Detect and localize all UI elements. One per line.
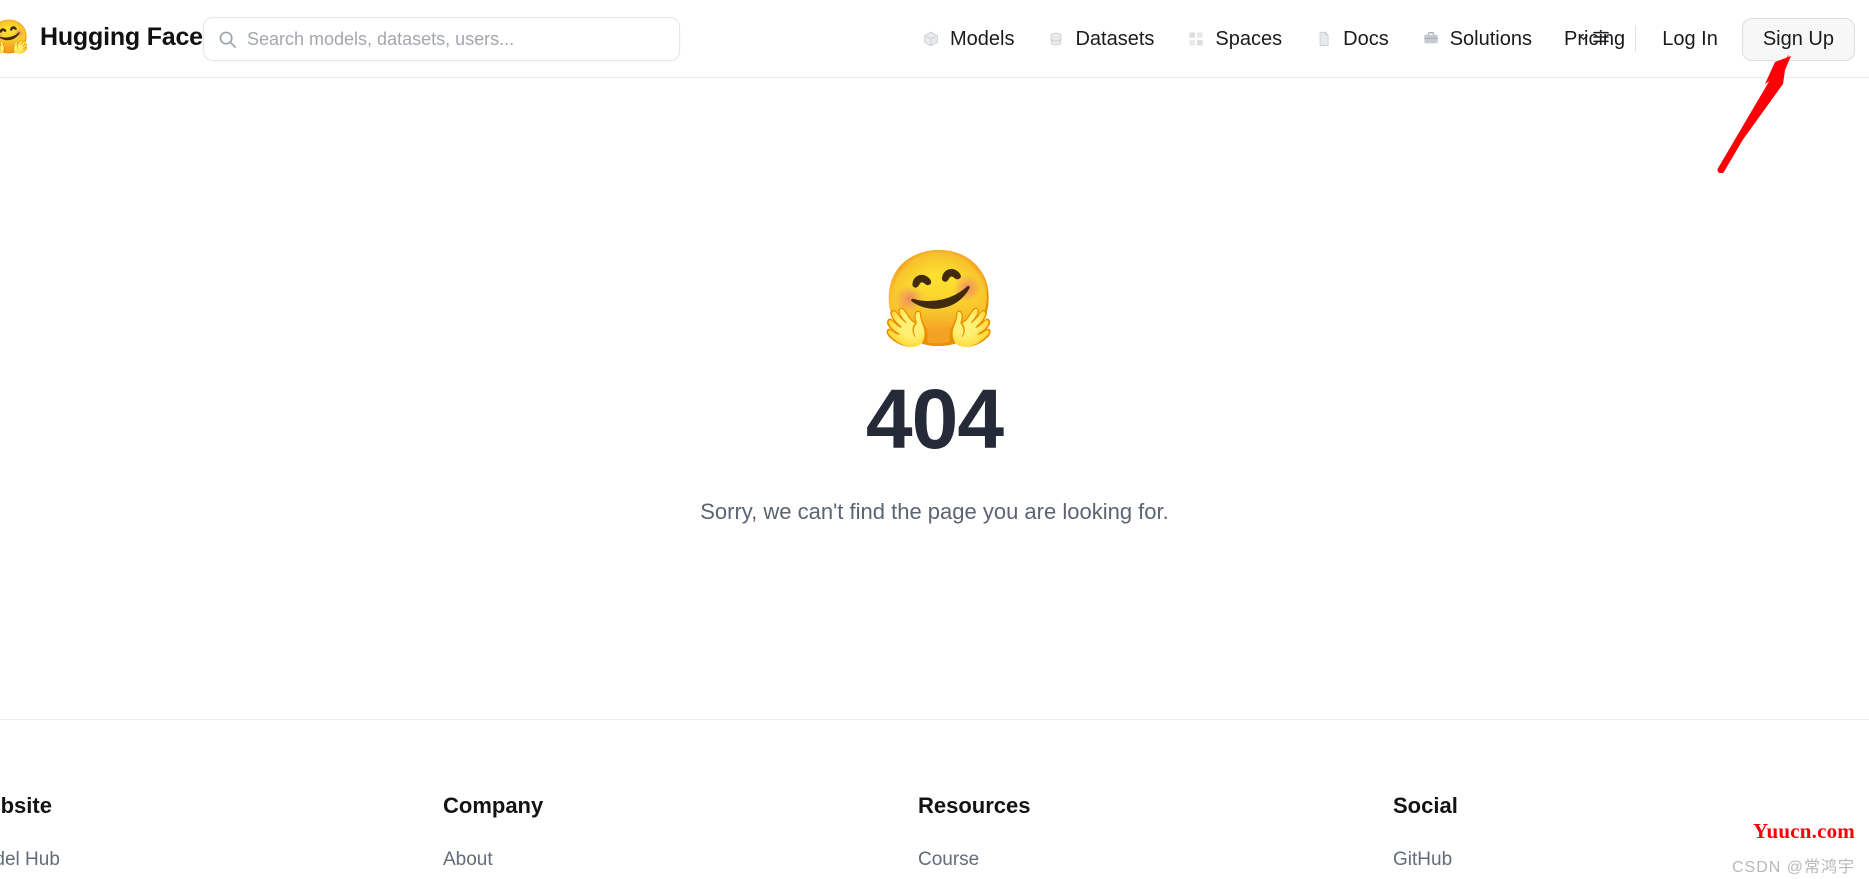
cube-icon [921, 29, 941, 49]
hugging-face-emoji-icon: 🤗 [880, 246, 998, 351]
database-icon [1046, 29, 1066, 49]
header-divider [1635, 26, 1637, 52]
nav-item-solutions[interactable]: Solutions [1405, 22, 1548, 57]
hamburger-icon [1591, 27, 1611, 52]
nav-item-models[interactable]: Models [905, 22, 1030, 57]
error-code: 404 [865, 372, 1004, 466]
menu-toggle-button[interactable] [1566, 21, 1623, 58]
nav-label-solutions: Solutions [1449, 27, 1532, 50]
nav-label-datasets: Datasets [1075, 27, 1155, 50]
footer-title-website: Website [0, 793, 52, 818]
footer-link-model-hub[interactable]: Model Hub [0, 849, 443, 871]
footer-link-about[interactable]: About [443, 849, 918, 871]
site-footer: Website Model Hub Company About Resource… [0, 719, 1869, 879]
watermark-author: CSDN @常鸿宇 [1731, 859, 1855, 876]
footer-column-social: Social GitHub [1393, 720, 1868, 871]
briefcase-icon [1421, 29, 1441, 49]
error-page-content: 🤗 404 Sorry, we can't find the page you … [0, 79, 1869, 719]
nav-item-docs[interactable]: Docs [1298, 22, 1405, 57]
grid-apps-icon [1186, 29, 1206, 49]
search-icon [218, 30, 237, 49]
page-root: 🤗 Hugging Face M [0, 0, 1869, 879]
nav-item-datasets[interactable]: Datasets [1030, 22, 1170, 57]
watermark-site: Yuucn.com [1753, 819, 1855, 843]
footer-column-website: Website Model Hub [0, 720, 443, 871]
chevron-down-icon [1578, 30, 1589, 48]
footer-title-company: Company [443, 793, 544, 818]
sign-up-button[interactable]: Sign Up [1741, 17, 1855, 61]
log-in-link[interactable]: Log In [1648, 22, 1732, 57]
footer-column-company: Company About [443, 720, 918, 871]
primary-nav: Models Datasets Spaces Docs Solutions Pr… [905, 0, 1641, 78]
document-icon [1314, 29, 1334, 49]
nav-label-docs: Docs [1343, 27, 1389, 50]
footer-columns: Website Model Hub Company About Resource… [0, 720, 1869, 871]
error-message: Sorry, we can't find the page you are lo… [700, 499, 1169, 524]
nav-item-spaces[interactable]: Spaces [1170, 22, 1298, 57]
site-header: 🤗 Hugging Face M [0, 0, 1869, 78]
brand-name: Hugging Face [40, 22, 203, 51]
footer-column-resources: Resources Course [918, 720, 1393, 871]
nav-label-spaces: Spaces [1215, 27, 1283, 50]
nav-label-models: Models [950, 27, 1015, 50]
header-right-actions: Log In Sign Up [1566, 0, 1855, 78]
footer-title-resources: Resources [918, 793, 1031, 818]
brand-home-link[interactable]: 🤗 Hugging Face [0, 16, 203, 58]
search-box[interactable] [203, 17, 680, 61]
hugging-face-logo-icon: 🤗 [0, 18, 30, 55]
footer-title-social: Social [1393, 793, 1458, 818]
search-input[interactable] [247, 28, 665, 50]
footer-link-course[interactable]: Course [918, 849, 1393, 871]
